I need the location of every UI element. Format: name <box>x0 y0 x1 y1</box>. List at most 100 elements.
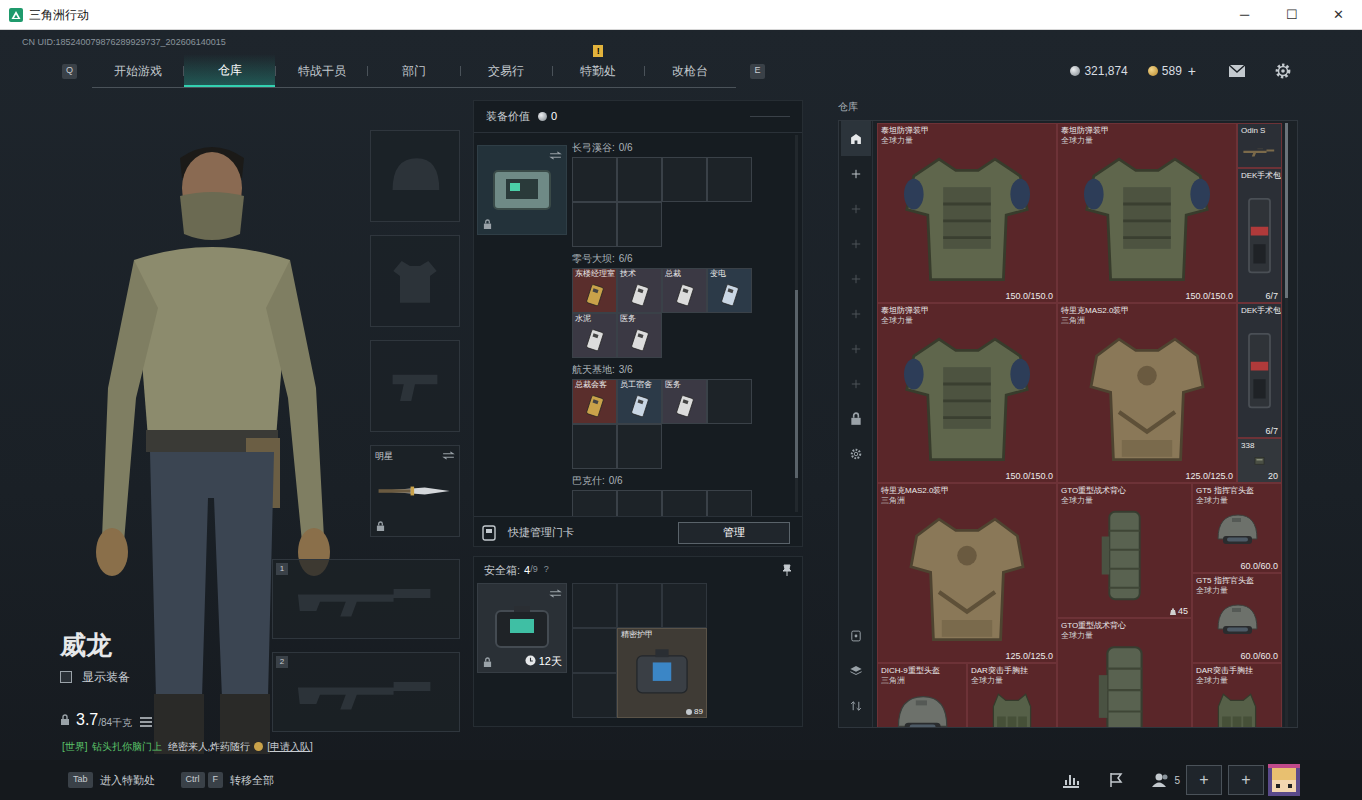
mail-icon <box>1228 64 1246 78</box>
shortcut[interactable]: Tab进入特勤处 <box>68 772 155 789</box>
warehouse-tab[interactable] <box>841 121 871 156</box>
warehouse-item[interactable]: DAR突击手胸挂全球力量 <box>1192 663 1282 727</box>
chat-message: 绝密来人,炸药随行 <box>168 739 251 754</box>
nav-tabs: 开始游戏仓库 特战干员 部门 交易行 特勤处!改枪台 <box>92 54 736 88</box>
nav-tab-label: 交易行 <box>488 62 524 80</box>
medkit-icon <box>1238 181 1281 290</box>
add-currency-button[interactable]: + <box>1188 61 1196 82</box>
keycard-grid <box>572 490 752 516</box>
region-count: 3/6 <box>619 363 633 377</box>
warehouse-item[interactable]: GTO重型战术背心全球力量45 <box>1057 483 1192 618</box>
warehouse-item[interactable]: 33820 <box>1237 438 1282 483</box>
weapon-slot[interactable]: 2 <box>272 652 460 732</box>
checkbox[interactable] <box>60 671 72 683</box>
scrollbar-thumb[interactable] <box>795 290 798 479</box>
nav-tab-label: 特战干员 <box>298 62 346 80</box>
warehouse-tool[interactable] <box>841 618 871 653</box>
weapon-slot[interactable]: 1 <box>272 559 460 639</box>
lock-icon <box>60 714 70 726</box>
keycard[interactable]: 技术 <box>617 268 662 313</box>
nav-tab[interactable]: 交易行 <box>461 54 552 87</box>
safe-item[interactable]: 精密护甲89 <box>617 628 707 718</box>
warehouse-tab <box>841 261 871 296</box>
warehouse-item[interactable]: GT5 指挥官头盔全球力量60.0/60.0 <box>1192 573 1282 663</box>
helmet-icon <box>387 151 443 201</box>
warehouse-tab[interactable] <box>841 401 871 436</box>
safe-box-case[interactable]: 12天 <box>477 583 567 673</box>
keycard-holder[interactable] <box>477 145 567 235</box>
window-control[interactable]: ─ <box>1221 0 1268 30</box>
show-equipment-toggle[interactable]: 显示装备 <box>60 670 272 684</box>
settings-icon <box>849 447 863 461</box>
friends-button[interactable]: 5 <box>1152 772 1180 788</box>
window-control[interactable]: ✕ <box>1315 0 1362 30</box>
team-slot-button[interactable]: + <box>1228 765 1264 795</box>
team-slot-button[interactable]: + <box>1186 765 1222 795</box>
warehouse-item[interactable]: 泰坦防弹装甲全球力量150.0/150.0 <box>1057 123 1237 303</box>
app-root: 三角洲行动─☐✕CN UID:185240079876289929737_202… <box>0 0 1362 800</box>
keycard[interactable]: 东楼经理室 <box>572 268 617 313</box>
shortcut[interactable]: CtrlF转移全部 <box>181 772 275 789</box>
expiry-days: 12天 <box>539 653 562 670</box>
nav-tab[interactable]: 特勤处! <box>553 54 644 87</box>
keycard-icon <box>618 390 661 423</box>
keycard[interactable]: 医务 <box>662 379 707 424</box>
keycard[interactable]: 变电 <box>707 268 752 313</box>
warehouse-grid: 泰坦防弹装甲全球力量150.0/150.0泰坦防弹装甲全球力量150.0/150… <box>877 123 1283 727</box>
keycard-icon <box>573 279 616 312</box>
keycard-grid <box>572 157 752 247</box>
add-icon <box>849 307 863 321</box>
item-header: GT5 指挥官头盔全球力量 <box>1193 574 1281 596</box>
gear-slot[interactable] <box>370 130 460 222</box>
item-name: DICH-9重型头盔 <box>881 666 963 676</box>
nav-tab[interactable]: 改枪台 <box>645 54 736 87</box>
checkbox-label: 显示装备 <box>82 668 130 686</box>
warehouse-item[interactable]: 泰坦防弹装甲全球力量150.0/150.0 <box>877 303 1057 483</box>
warehouse-item[interactable]: DEK手术包6/7 <box>1237 303 1282 438</box>
nav-tab[interactable]: 开始游戏 <box>92 54 183 87</box>
warehouse-item[interactable]: GT5 指挥官头盔全球力量60.0/60.0 <box>1192 483 1282 573</box>
warehouse-tab[interactable] <box>841 436 871 471</box>
warehouse-tool[interactable] <box>841 653 871 688</box>
keycard-name: 员工宿舍 <box>618 380 661 390</box>
item-name: 精密护甲 <box>618 629 706 640</box>
warehouse-item[interactable]: 特里克MAS2.0装甲三角洲125.0/125.0 <box>877 483 1057 663</box>
warehouse-tool[interactable] <box>841 688 871 723</box>
nav-tab[interactable]: 部门 <box>368 54 459 87</box>
warehouse-item[interactable]: DEK手术包6/7 <box>1237 168 1282 303</box>
keycard[interactable]: 总裁 <box>662 268 707 313</box>
help-button[interactable]: ? <box>544 563 549 577</box>
title-bar: 三角洲行动─☐✕ <box>0 0 1362 30</box>
warehouse-grid-view[interactable]: 泰坦防弹装甲全球力量150.0/150.0泰坦防弹装甲全球力量150.0/150… <box>877 123 1283 727</box>
gear-slot[interactable] <box>370 340 460 432</box>
item-name: GTO重型战术背心 <box>1061 486 1188 496</box>
keycard-cell <box>572 490 617 516</box>
warehouse-item[interactable]: GTO重型战术背心全球力量 <box>1057 618 1192 727</box>
keycard[interactable]: 水泥 <box>572 313 617 358</box>
tab-separator <box>552 66 553 76</box>
scrollbar-thumb[interactable] <box>1285 123 1288 298</box>
nav-tab[interactable]: 仓库 <box>184 54 275 87</box>
keycard-name: 医务 <box>618 314 661 324</box>
warehouse-item[interactable]: DICH-9重型头盔三角洲 <box>877 663 967 727</box>
keycard[interactable]: 医务 <box>617 313 662 358</box>
gear-slot[interactable]: 明星 <box>370 445 460 537</box>
item-header: Odin S <box>1238 124 1281 136</box>
warehouse-item[interactable]: 泰坦防弹装甲全球力量150.0/150.0 <box>877 123 1057 303</box>
keycard-case-icon <box>490 165 554 215</box>
keycard[interactable]: 总裁会客 <box>572 379 617 424</box>
nav-tab[interactable]: 特战干员 <box>276 54 367 87</box>
warehouse-tab <box>841 296 871 331</box>
warehouse-item[interactable]: 特里克MAS2.0装甲三角洲125.0/125.0 <box>1057 303 1237 483</box>
warehouse-item[interactable]: DAR突击手胸挂全球力量 <box>967 663 1057 727</box>
warehouse-item[interactable]: Odin S <box>1237 123 1282 168</box>
manage-button[interactable]: 管理 <box>678 522 790 544</box>
gear-slot[interactable] <box>370 235 460 327</box>
warehouse-tab[interactable] <box>841 156 871 191</box>
keycard-scroll-area[interactable]: 长弓溪谷:0/6零号大坝:6/6东楼经理室技术总裁变电水泥医务航天基地:3/6总… <box>572 133 802 516</box>
item-value: 60.0/60.0 <box>1240 562 1278 571</box>
window-control[interactable]: ☐ <box>1268 0 1315 30</box>
keycard[interactable]: 员工宿舍 <box>617 379 662 424</box>
join-team-link[interactable]: [申请入队] <box>267 739 313 754</box>
lock-icon <box>483 219 492 230</box>
